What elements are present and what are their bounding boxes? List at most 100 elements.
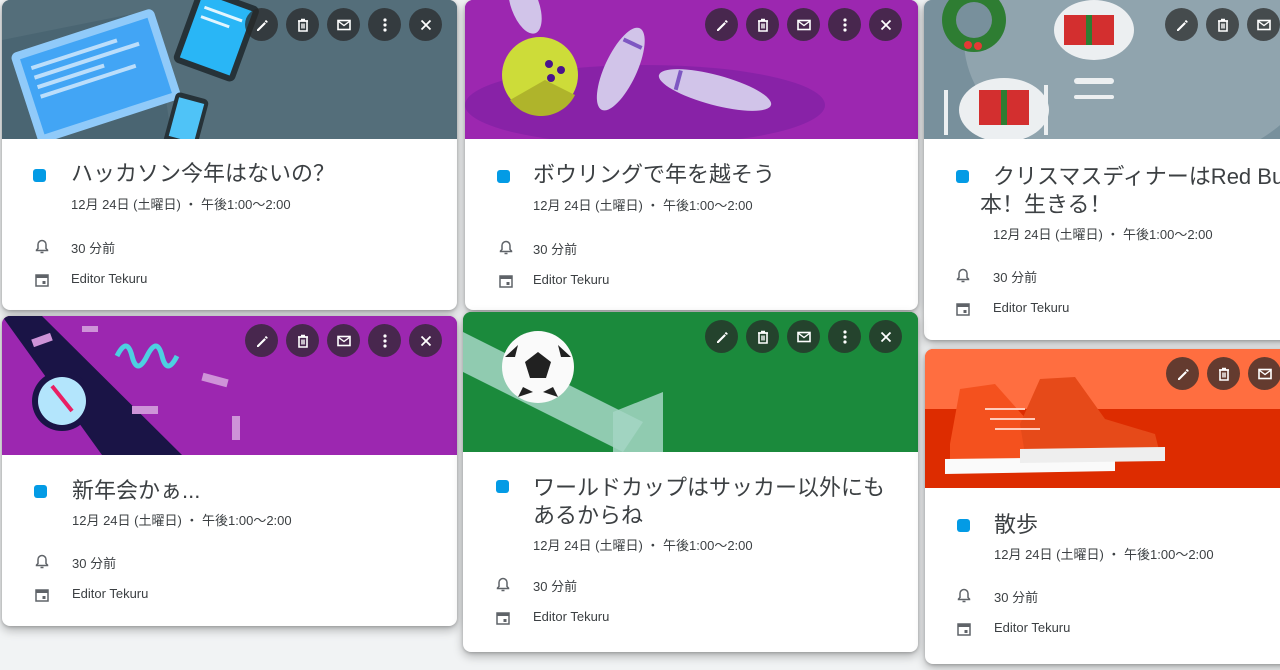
calendar-color-dot bbox=[496, 480, 509, 493]
event-card-new-year-party: 新年会かぁ... 12月 24日 (土曜日) ・ 午後1:00～2:00 30 … bbox=[2, 316, 457, 626]
edit-button[interactable] bbox=[705, 320, 738, 353]
calendar-icon bbox=[496, 612, 510, 625]
bell-icon bbox=[35, 239, 49, 254]
more-options-icon bbox=[382, 333, 387, 348]
email-guests-button[interactable] bbox=[327, 8, 360, 41]
delete-button[interactable] bbox=[286, 8, 319, 41]
edit-button[interactable] bbox=[705, 8, 738, 41]
close-button[interactable] bbox=[869, 8, 902, 41]
event-title: 散歩 bbox=[994, 512, 1039, 537]
event-banner-walk bbox=[925, 349, 1280, 488]
edit-icon bbox=[716, 331, 728, 343]
more-options-button[interactable] bbox=[368, 8, 401, 41]
email-icon bbox=[336, 19, 351, 30]
event-date-time: 12月 24日 (土曜日) ・ 午後1:00～2:00 bbox=[533, 538, 753, 553]
calendar-name: Editor Tekuru bbox=[993, 300, 1070, 315]
reminder-text: 30 分前 bbox=[533, 579, 578, 594]
event-date-time: 12月 24日 (土曜日) ・ 午後1:00～2:00 bbox=[71, 197, 291, 212]
edit-button[interactable] bbox=[245, 8, 278, 41]
calendar-name: Editor Tekuru bbox=[72, 586, 149, 601]
event-date-time: 12月 24日 (土曜日) ・ 午後1:00～2:00 bbox=[993, 227, 1213, 242]
calendar-name: Editor Tekuru bbox=[533, 272, 610, 287]
more-options-button[interactable] bbox=[368, 324, 401, 357]
edit-button[interactable] bbox=[245, 324, 278, 357]
email-guests-button[interactable] bbox=[787, 320, 820, 353]
edit-icon bbox=[256, 19, 268, 31]
calendar-color-dot bbox=[956, 170, 969, 183]
close-button[interactable] bbox=[409, 324, 442, 357]
edit-icon bbox=[1177, 368, 1189, 380]
edit-icon bbox=[256, 335, 268, 347]
calendar-icon bbox=[957, 623, 971, 636]
more-options-icon bbox=[842, 329, 847, 344]
delete-icon bbox=[1217, 18, 1228, 32]
event-banner-party bbox=[2, 316, 457, 455]
delete-button[interactable] bbox=[1206, 8, 1239, 41]
reminder-text: 30 分前 bbox=[71, 241, 116, 256]
more-options-icon bbox=[382, 17, 387, 32]
bell-icon bbox=[496, 577, 510, 592]
bell-icon bbox=[957, 588, 971, 603]
delete-button[interactable] bbox=[286, 324, 319, 357]
close-button[interactable] bbox=[409, 8, 442, 41]
event-date-time: 12月 24日 (土曜日) ・ 午後1:00～2:00 bbox=[994, 547, 1214, 562]
event-title: 新年会かぁ... bbox=[72, 478, 201, 503]
event-title-line2: あるからね bbox=[533, 503, 644, 528]
email-icon bbox=[796, 331, 811, 342]
delete-icon bbox=[757, 18, 768, 32]
calendar-icon bbox=[956, 303, 970, 316]
event-title: ボウリングで年を越そう bbox=[533, 162, 776, 187]
delete-button[interactable] bbox=[746, 8, 779, 41]
delete-icon bbox=[757, 330, 768, 344]
event-banner-christmas bbox=[924, 0, 1280, 139]
more-options-icon bbox=[842, 17, 847, 32]
email-guests-button[interactable] bbox=[1247, 8, 1280, 41]
event-title-line2: 本！生きる！ bbox=[980, 192, 1112, 217]
calendar-name: Editor Tekuru bbox=[533, 609, 610, 624]
event-banner-tech bbox=[2, 0, 457, 139]
delete-icon bbox=[297, 334, 308, 348]
calendar-name: Editor Tekuru bbox=[71, 271, 148, 286]
email-icon bbox=[796, 19, 811, 30]
more-options-button[interactable] bbox=[828, 320, 861, 353]
bell-icon bbox=[35, 554, 49, 569]
more-options-button[interactable] bbox=[828, 8, 861, 41]
edit-button[interactable] bbox=[1165, 8, 1198, 41]
event-card-world-cup: ワールドカップはサッカー以外にも あるからね 12月 24日 (土曜日) ・ 午… bbox=[463, 312, 918, 652]
close-button[interactable] bbox=[869, 320, 902, 353]
event-date-time: 12月 24日 (土曜日) ・ 午後1:00～2:00 bbox=[72, 513, 292, 528]
event-card-bowling: ボウリングで年を越そう 12月 24日 (土曜日) ・ 午後1:00～2:00 … bbox=[465, 0, 918, 310]
delete-button[interactable] bbox=[746, 320, 779, 353]
email-guests-button[interactable] bbox=[327, 324, 360, 357]
calendar-color-dot bbox=[34, 485, 47, 498]
calendar-name: Editor Tekuru bbox=[994, 620, 1071, 635]
bell-icon bbox=[499, 240, 513, 255]
event-date-time: 12月 24日 (土曜日) ・ 午後1:00～2:00 bbox=[533, 198, 753, 213]
calendar-color-dot bbox=[957, 519, 970, 532]
event-card-walk: 散歩 12月 24日 (土曜日) ・ 午後1:00～2:00 30 分前 Edi… bbox=[925, 349, 1280, 664]
event-card-christmas-dinner: クリスマスディナーはRed Bu 本！生きる！ 12月 24日 (土曜日) ・ … bbox=[924, 0, 1280, 340]
calendar-color-dot bbox=[497, 170, 510, 183]
event-card-hackathon: ハッカソン今年はないの？ 12月 24日 (土曜日) ・ 午後1:00～2:00… bbox=[2, 0, 457, 310]
reminder-text: 30 分前 bbox=[72, 556, 117, 571]
delete-icon bbox=[1218, 367, 1229, 381]
reminder-text: 30 分前 bbox=[993, 270, 1038, 285]
calendar-icon bbox=[35, 274, 49, 287]
email-guests-button[interactable] bbox=[1248, 357, 1280, 390]
calendar-icon bbox=[35, 589, 49, 602]
event-title: クリスマスディナーはRed Bu bbox=[993, 164, 1280, 189]
email-icon bbox=[336, 335, 351, 346]
delete-icon bbox=[297, 18, 308, 32]
event-banner-bowling bbox=[465, 0, 918, 139]
event-title: ハッカソン今年はないの？ bbox=[71, 161, 336, 186]
reminder-text: 30 分前 bbox=[994, 590, 1039, 605]
edit-button[interactable] bbox=[1166, 357, 1199, 390]
close-icon bbox=[880, 331, 891, 342]
close-icon bbox=[420, 335, 431, 346]
reminder-text: 30 分前 bbox=[533, 242, 578, 257]
calendar-icon bbox=[499, 275, 513, 288]
calendar-color-dot bbox=[33, 169, 46, 182]
email-guests-button[interactable] bbox=[787, 8, 820, 41]
event-banner-soccer bbox=[463, 312, 918, 452]
delete-button[interactable] bbox=[1207, 357, 1240, 390]
